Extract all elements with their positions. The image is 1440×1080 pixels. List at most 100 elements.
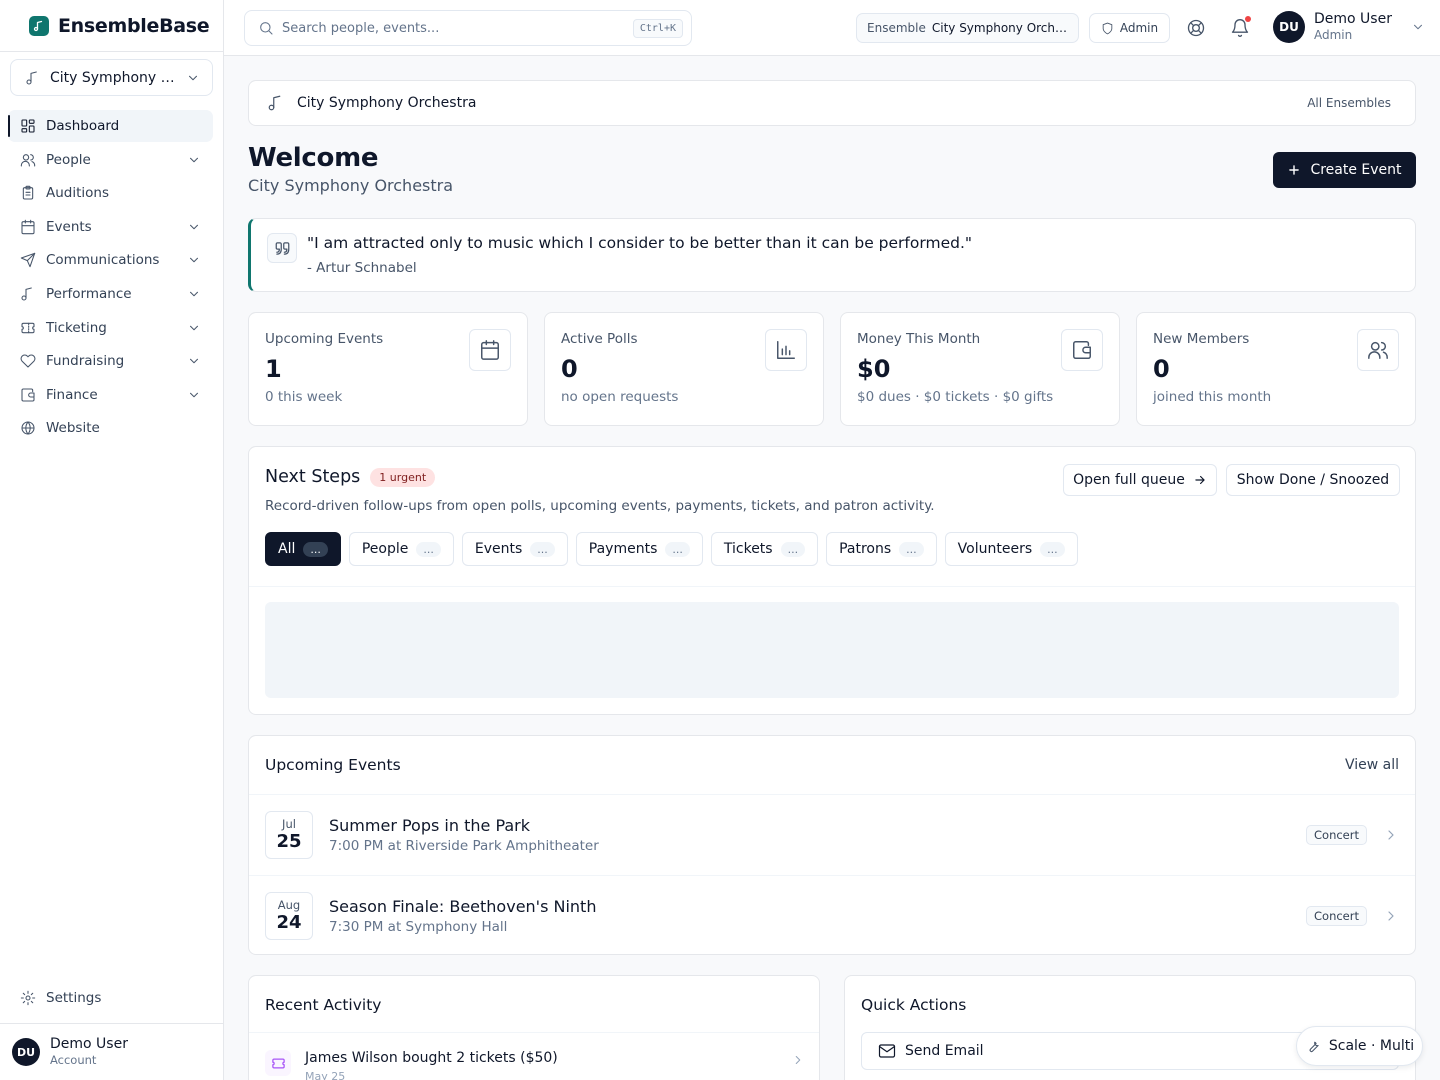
activity-date: May 25 <box>305 1070 346 1080</box>
ensemble-breadcrumb: City Symphony Orchestra All Ensembles <box>248 80 1416 126</box>
sidebar-item-performance[interactable]: Performance <box>8 278 213 310</box>
show-done-snoozed-button[interactable]: Show Done / Snoozed <box>1226 464 1400 496</box>
view-all-link[interactable]: View all <box>1345 757 1399 773</box>
music-note-icon <box>268 95 281 111</box>
sidebar-item-label: Ticketing <box>46 319 107 336</box>
filter-people[interactable]: People... <box>348 532 454 566</box>
stat-card-active-polls[interactable]: Active Polls 0 no open requests <box>544 312 824 426</box>
scale-mode-pill[interactable]: Scale · Multi <box>1296 1026 1423 1066</box>
sidebar-item-communications[interactable]: Communications <box>8 244 213 276</box>
quote-author: - Artur Schnabel <box>307 260 417 276</box>
wallet-icon <box>21 388 35 402</box>
open-full-queue-button[interactable]: Open full queue <box>1063 464 1217 496</box>
app-name: EnsembleBase <box>58 14 210 37</box>
chevron-down-icon <box>189 157 199 162</box>
next-steps-header: Next Steps 1 urgent <box>265 467 436 487</box>
filter-count: ... <box>665 541 690 557</box>
sidebar-item-label: Finance <box>46 386 98 403</box>
chevron-down-icon <box>189 224 199 230</box>
sidebar-item-finance[interactable]: Finance <box>8 379 213 411</box>
filter-events[interactable]: Events... <box>461 532 568 566</box>
sidebar-item-events[interactable]: Events <box>8 211 213 243</box>
event-row[interactable]: Jul 25 Summer Pops in the Park 7:00 PM a… <box>249 794 1415 874</box>
heart-icon <box>20 354 36 368</box>
search-shortcut: Ctrl+K <box>632 18 683 38</box>
quote-icon <box>267 233 297 263</box>
wrench-icon <box>1309 1041 1319 1053</box>
user-name: Demo User <box>50 1036 128 1052</box>
filter-label: Events <box>474 541 523 557</box>
filter-all[interactable]: All... <box>265 532 341 566</box>
filter-label: People <box>361 541 409 557</box>
sidebar-item-label: Performance <box>46 285 132 302</box>
admin-button[interactable]: Admin <box>1089 13 1170 43</box>
ensemble-switcher[interactable]: Ensemble City Symphony Orchestra <box>856 13 1079 43</box>
activity-item[interactable]: James Wilson bought 2 tickets ($50) May … <box>265 1050 805 1080</box>
chevron-down-icon <box>189 392 199 398</box>
avatar: DU <box>12 1038 40 1066</box>
stat-card-upcoming-events[interactable]: Upcoming Events 1 0 this week <box>248 312 528 426</box>
stat-card-money-this-month[interactable]: Money This Month $0 $0 dues · $0 tickets… <box>840 312 1120 426</box>
stat-card-new-members[interactable]: New Members 0 joined this month <box>1136 312 1416 426</box>
filter-patrons[interactable]: Patrons... <box>826 532 937 566</box>
notifications-button[interactable] <box>1228 16 1252 40</box>
settings-label: Settings <box>46 990 102 1006</box>
quick-actions-title: Quick Actions <box>861 996 967 1014</box>
search-input[interactable] <box>282 20 625 36</box>
sidebar-item-fundraising[interactable]: Fundraising <box>8 345 213 377</box>
user-name: Demo User <box>1314 11 1392 27</box>
sidebar-item-settings[interactable]: Settings <box>8 982 213 1014</box>
create-event-label: Create Event <box>1310 162 1402 178</box>
sidebar-nav: Dashboard People Auditions Events Commun… <box>8 110 213 446</box>
event-type-badge: Concert <box>1306 905 1367 926</box>
filter-label: Tickets <box>723 541 773 557</box>
sidebar-item-auditions[interactable]: Auditions <box>8 177 213 209</box>
event-row[interactable]: Aug 24 Season Finale: Beethoven's Ninth … <box>249 875 1415 955</box>
event-date: Aug 24 <box>265 891 313 940</box>
arrow-right-icon <box>1195 475 1205 485</box>
event-subtitle: 7:30 PM at Symphony Hall <box>329 918 508 935</box>
filter-tickets[interactable]: Tickets... <box>710 532 819 566</box>
all-ensembles-link[interactable]: All Ensembles <box>1307 96 1391 110</box>
event-title: Summer Pops in the Park <box>329 815 531 835</box>
users-icon <box>20 153 36 167</box>
breadcrumb-title: City Symphony Orchestra <box>297 95 477 111</box>
filter-payments[interactable]: Payments... <box>575 532 703 566</box>
sidebar-item-people[interactable]: People <box>8 144 213 176</box>
filter-label: Patrons <box>839 541 892 557</box>
sidebar-item-ticketing[interactable]: Ticketing <box>8 312 213 344</box>
ensemble-label: Ensemble <box>867 21 926 35</box>
notification-dot <box>1245 16 1251 22</box>
sidebar-item-label: Fundraising <box>46 353 125 370</box>
urgent-badge: 1 urgent <box>370 467 436 487</box>
event-title: Season Finale: Beethoven's Ninth <box>329 896 597 916</box>
event-type-badge: Concert <box>1306 824 1367 845</box>
quote-text: "I am attracted only to music which I co… <box>307 234 973 252</box>
lifebuoy-icon <box>1187 19 1205 37</box>
event-month: Aug <box>277 897 301 912</box>
brand[interactable]: EnsembleBase <box>0 0 223 52</box>
help-button[interactable] <box>1184 16 1208 40</box>
sidebar-item-dashboard[interactable]: Dashboard <box>8 110 213 142</box>
ensemble-select[interactable]: City Symphony Orchestra <box>10 59 213 96</box>
search-box[interactable]: Ctrl+K <box>244 10 692 46</box>
user-menu[interactable]: DU Demo User Admin <box>1273 11 1425 43</box>
page-subtitle: City Symphony Orchestra <box>248 176 454 195</box>
sidebar: EnsembleBase City Symphony Orchestra Das… <box>0 0 224 1080</box>
filter-volunteers[interactable]: Volunteers... <box>944 532 1078 566</box>
event-day: 25 <box>276 830 302 852</box>
filter-label: Payments <box>588 541 658 557</box>
filter-count: ... <box>780 541 806 557</box>
scale-mode-label: Scale · Multi <box>1328 1038 1415 1054</box>
shield-icon <box>1102 22 1113 34</box>
sidebar-item-website[interactable]: Website <box>8 412 213 444</box>
chevron-right-icon <box>1388 829 1394 840</box>
show-done-label: Show Done / Snoozed <box>1236 472 1390 488</box>
sidebar-user[interactable]: DU Demo User Account <box>0 1023 223 1080</box>
filter-count: ... <box>416 541 441 557</box>
mail-icon <box>878 1044 896 1058</box>
search-icon <box>260 22 273 35</box>
create-event-button[interactable]: Create Event <box>1273 152 1416 188</box>
filter-count: ... <box>899 541 924 557</box>
sidebar-item-label: Website <box>46 420 100 437</box>
